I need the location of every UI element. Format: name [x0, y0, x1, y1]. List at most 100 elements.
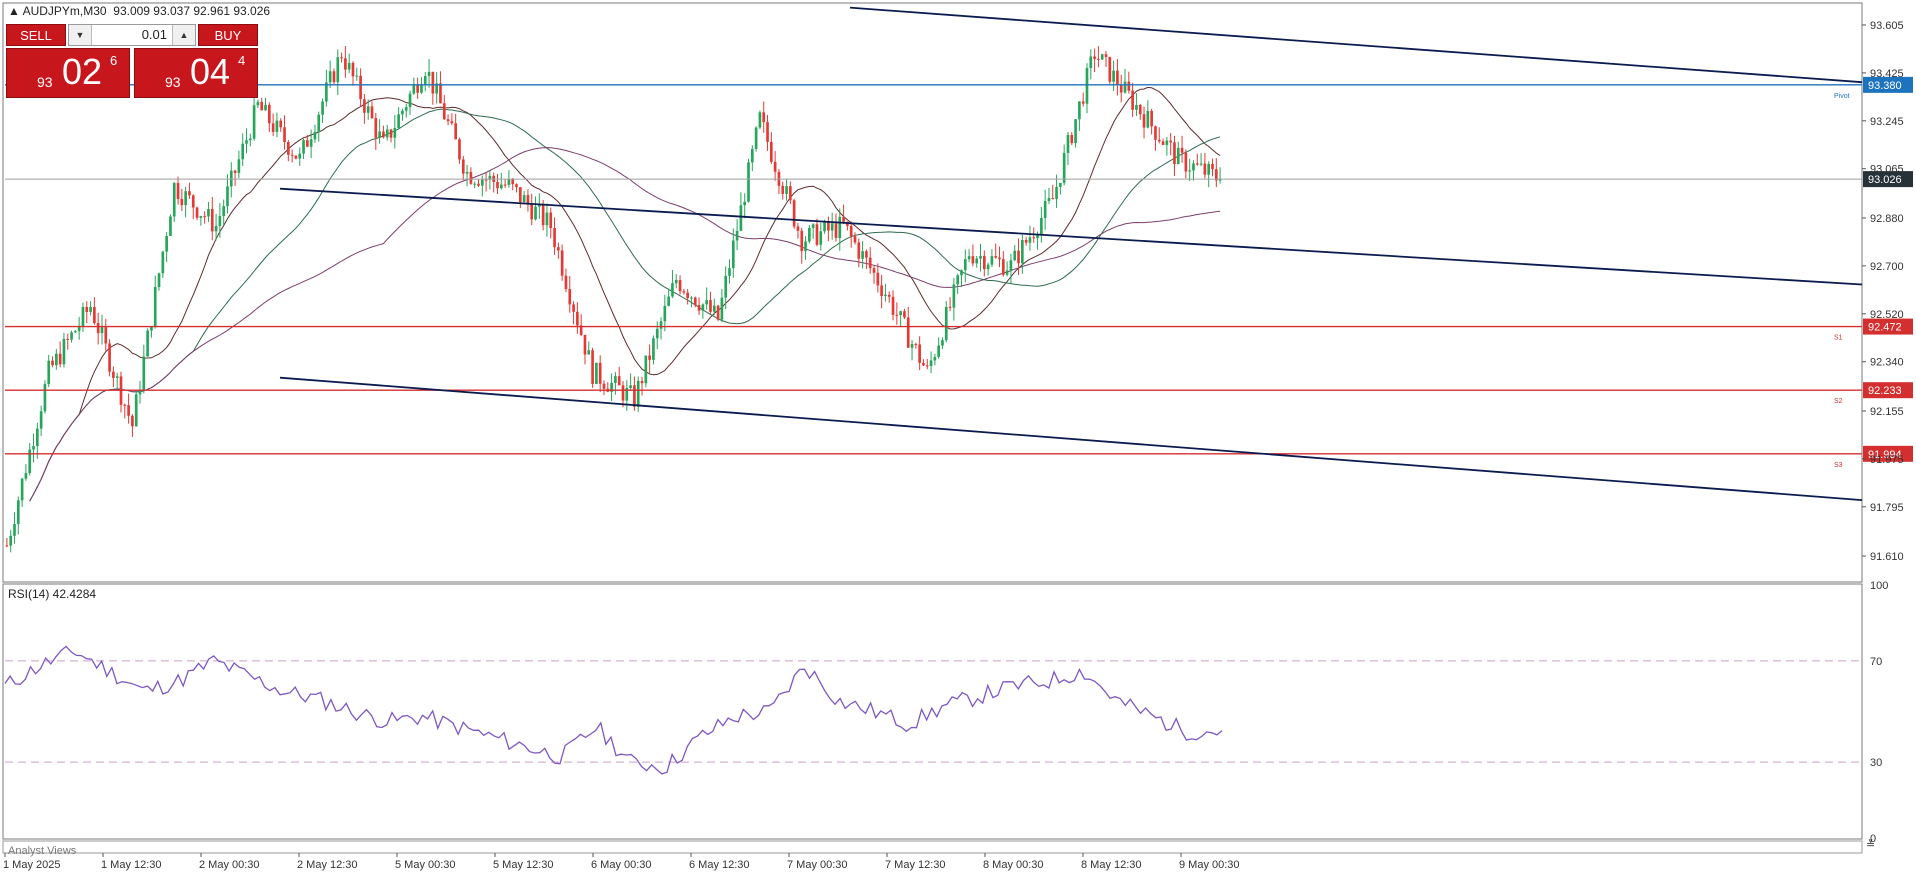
candle-body	[256, 101, 260, 106]
candle-body	[910, 344, 914, 348]
candle-body	[636, 380, 640, 407]
candle-body	[640, 380, 644, 384]
lot-decrease-icon[interactable]: ▼	[69, 25, 92, 45]
candle-body	[804, 241, 807, 252]
candle-body	[142, 356, 146, 391]
candle-body	[24, 473, 28, 479]
candle-body	[499, 184, 503, 189]
candle-body	[815, 224, 819, 245]
chart-canvas[interactable]: 93.02693.380Pivot92.472S192.233S291.994S…	[0, 0, 1916, 874]
candle-body	[952, 284, 956, 308]
candle-body	[408, 93, 412, 108]
candle-body	[93, 306, 96, 324]
candle-body	[1135, 104, 1138, 110]
buy-price-box[interactable]: 93 04 4	[134, 48, 258, 98]
candle-body	[427, 71, 431, 77]
candle-body	[1165, 140, 1169, 145]
lot-size-value[interactable]: 0.01	[93, 25, 171, 45]
candle-body	[298, 153, 302, 159]
candle-body	[1013, 250, 1017, 261]
candle-body	[302, 140, 305, 154]
candle-body	[214, 225, 218, 232]
candle-body	[55, 353, 58, 366]
candle-body	[340, 57, 343, 59]
candle-body	[332, 71, 336, 83]
candle-body	[81, 307, 85, 327]
pivot-level-name: Pivot	[1834, 93, 1850, 100]
candle-body	[598, 362, 602, 384]
time-tick-label: 1 May 2025	[3, 859, 60, 871]
price-tick-label: 92.340	[1870, 357, 1904, 369]
candle-body	[112, 371, 115, 378]
sell-price-box[interactable]: 93 02 6	[6, 48, 130, 98]
buy-button[interactable]: BUY	[198, 24, 258, 46]
candle-body	[960, 270, 963, 276]
candle-body	[522, 195, 526, 203]
candle-body	[865, 251, 868, 258]
candle-body	[990, 256, 994, 265]
candle-body	[229, 170, 233, 187]
candle-body	[43, 383, 47, 412]
candle-body	[328, 71, 332, 83]
candle-body	[355, 75, 359, 77]
time-tick-label: 2 May 00:30	[199, 859, 260, 871]
candle-body	[785, 186, 788, 194]
sell-price-main: 02	[62, 51, 103, 92]
candle-body	[1195, 163, 1199, 165]
candle-body	[602, 383, 606, 389]
candle-body	[629, 385, 632, 388]
candle-body	[473, 183, 477, 185]
s1-level-name: S1	[1834, 335, 1843, 342]
lot-increase-icon[interactable]: ▲	[172, 25, 195, 45]
candle-body	[271, 123, 275, 132]
current-price-label: 93.026	[1868, 174, 1902, 186]
candle-body	[397, 114, 400, 128]
candle-body	[895, 314, 899, 316]
lot-size-field[interactable]: ▼ 0.01 ▲	[68, 24, 196, 46]
candle-body	[207, 208, 210, 217]
candle-body	[1017, 250, 1020, 264]
time-tick-label: 8 May 12:30	[1081, 859, 1142, 871]
candle-body	[861, 251, 864, 259]
candle-body	[967, 256, 971, 260]
candle-body	[378, 131, 381, 138]
candle-body	[716, 305, 720, 320]
candle-body	[279, 120, 283, 128]
candle-body	[530, 204, 534, 220]
candle-body	[150, 326, 153, 331]
candle-body	[557, 247, 560, 251]
candle-body	[115, 376, 119, 378]
candle-body	[191, 195, 195, 208]
candle-body	[366, 106, 370, 113]
candle-body	[944, 306, 948, 341]
candle-body	[260, 101, 264, 111]
candle-body	[792, 200, 796, 227]
symbol-triangle-icon[interactable]: ▲	[8, 4, 20, 18]
candle-body	[1154, 126, 1157, 140]
time-tick-label: 1 May 12:30	[101, 859, 162, 871]
analyst-views-tab[interactable]: Analyst Views	[8, 845, 76, 857]
candle-body	[857, 242, 861, 259]
candle-body	[351, 62, 355, 77]
sell-button[interactable]: SELL	[6, 24, 66, 46]
candle-body	[123, 404, 127, 406]
candle-body	[872, 268, 876, 273]
sell-price-prefix: 93	[37, 74, 53, 90]
candle-body	[32, 446, 35, 450]
time-tick-label: 9 May 00:30	[1179, 859, 1240, 871]
candle-body	[545, 212, 549, 226]
candle-body	[553, 228, 556, 248]
candle-body	[165, 236, 168, 252]
candle-body	[648, 355, 651, 360]
candle-body	[743, 201, 747, 206]
candle-body	[1001, 259, 1005, 275]
candle-body	[477, 183, 480, 186]
candle-body	[480, 179, 484, 186]
candle-body	[880, 285, 883, 297]
rsi-panel-frame	[2, 583, 1863, 840]
candle-body	[906, 317, 910, 348]
time-tick-label: 6 May 00:30	[591, 859, 652, 871]
candle-body	[515, 184, 518, 188]
buy-price-pip: 4	[238, 53, 246, 68]
candle-body	[652, 338, 655, 360]
